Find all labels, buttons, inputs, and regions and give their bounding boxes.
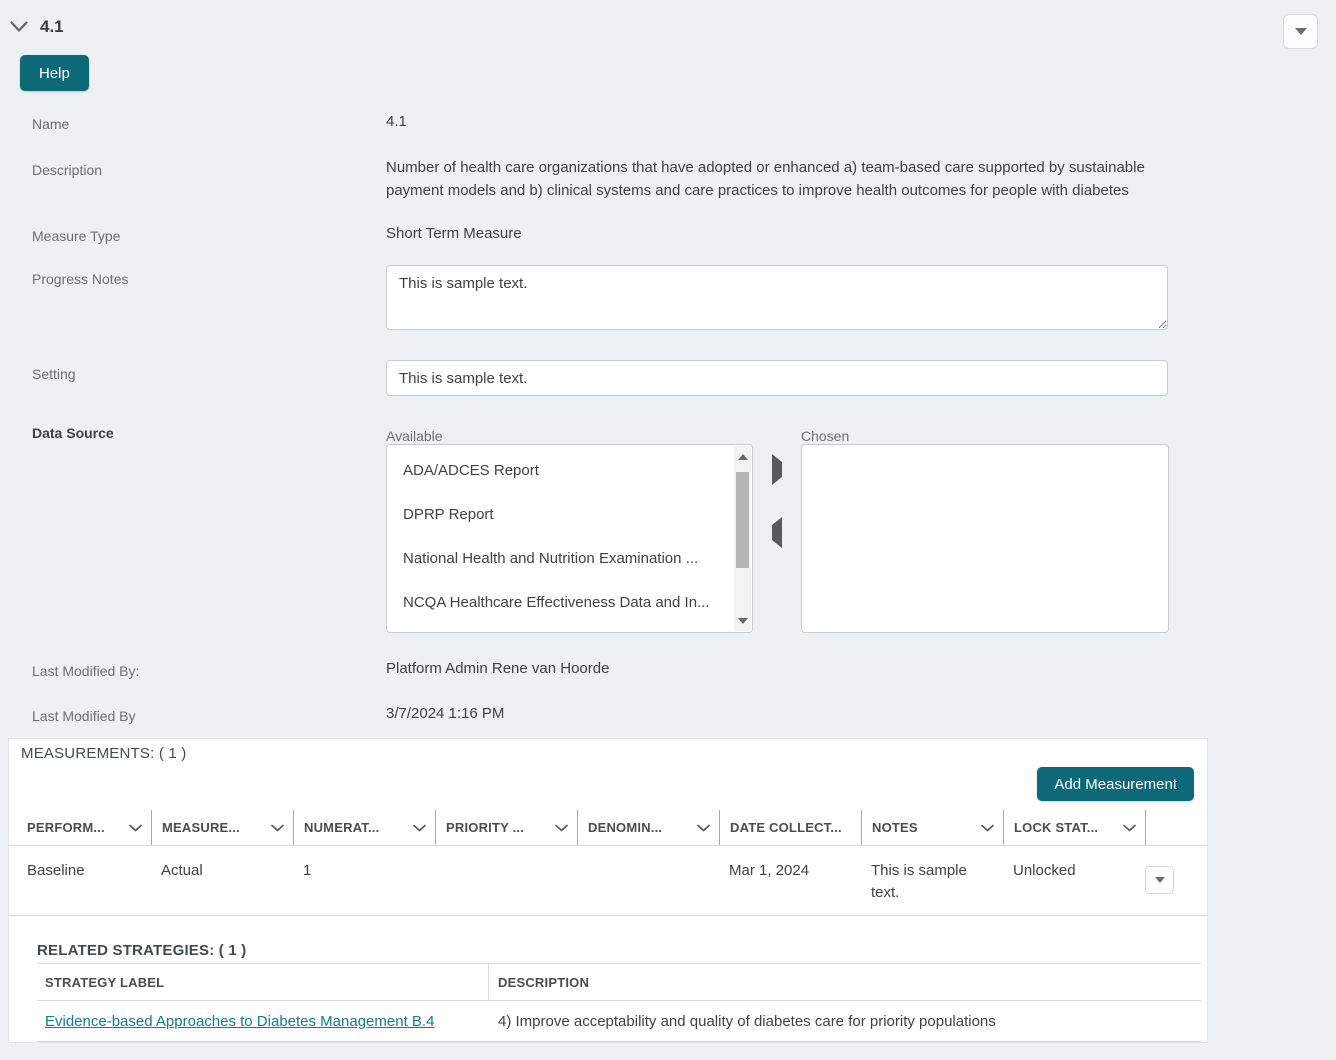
available-caption: Available	[386, 428, 443, 444]
cell-denominator	[577, 860, 719, 904]
col-header-priority[interactable]: PRIORITY ...	[435, 810, 577, 845]
col-header-actions	[1145, 810, 1201, 845]
sort-chevron-icon[interactable]	[413, 824, 426, 832]
related-strategies-header: STRATEGY LABEL DESCRIPTION	[37, 963, 1201, 1001]
available-option[interactable]: DPRP Report	[387, 493, 752, 537]
data-source-label: Data Source	[32, 425, 114, 441]
measurements-table: PERFORM... MEASURE... NUMERAT... PRIORIT…	[9, 810, 1207, 916]
move-to-chosen-button[interactable]	[768, 454, 786, 485]
measurements-heading: MEASUREMENTS: ( 1 )	[21, 745, 187, 762]
scrollbar-down-icon[interactable]	[734, 612, 751, 629]
last-modified-date-label: Last Modified By	[32, 708, 136, 724]
strategy-description: 4) Improve acceptability and quality of …	[498, 1012, 996, 1030]
cell-notes: This is sample text.	[871, 862, 967, 901]
col-header-strategy-label: STRATEGY LABEL	[37, 964, 489, 1000]
cell-numerator: 1	[303, 862, 312, 879]
row-menu-button[interactable]	[1145, 866, 1174, 894]
measurements-panel: MEASUREMENTS: ( 1 ) Add Measurement PERF…	[8, 738, 1208, 1043]
last-modified-by-row: Last Modified By: Platform Admin Rene va…	[0, 657, 1336, 680]
name-label: Name	[32, 116, 70, 132]
last-modified-date-value: 3/7/2024 1:16 PM	[386, 705, 505, 722]
progress-notes-row: Progress Notes This is sample text.	[0, 265, 1336, 337]
strategy-link[interactable]: Evidence-based Approaches to Diabetes Ma…	[45, 1013, 434, 1030]
available-listbox[interactable]: ADA/ADCES Report DPRP Report National He…	[386, 444, 753, 633]
chosen-listbox[interactable]	[801, 444, 1169, 633]
setting-input[interactable]	[386, 360, 1168, 396]
measurements-table-header: PERFORM... MEASURE... NUMERAT... PRIORIT…	[9, 810, 1207, 846]
available-option[interactable]: NCQA Healthcare Effectiveness Data and I…	[387, 581, 752, 625]
col-header-description: DESCRIPTION	[498, 974, 590, 990]
progress-notes-label: Progress Notes	[32, 271, 129, 287]
sort-chevron-icon[interactable]	[555, 824, 568, 832]
cell-date-collected: Mar 1, 2024	[729, 862, 810, 879]
arrow-right-icon	[772, 454, 782, 485]
chosen-caption: Chosen	[801, 428, 850, 444]
available-option[interactable]: ADA/ADCES Report	[387, 449, 752, 493]
help-button[interactable]: Help	[20, 55, 89, 91]
description-row: Description Number of health care organi…	[0, 156, 1336, 202]
col-header-measure[interactable]: MEASURE...	[151, 810, 293, 845]
col-header-date-collected[interactable]: DATE COLLECT...	[719, 810, 861, 845]
section-dropdown-button[interactable]	[1283, 14, 1318, 49]
move-to-available-button[interactable]	[768, 517, 786, 548]
measurement-row: Baseline Actual 1 Mar 1, 2024 This is sa…	[9, 846, 1207, 916]
description-label: Description	[32, 162, 103, 178]
sort-chevron-icon[interactable]	[271, 824, 284, 832]
related-strategies-heading: RELATED STRATEGIES: ( 1 )	[37, 942, 247, 959]
name-value: 4.1	[386, 113, 407, 130]
setting-row: Setting	[0, 360, 1336, 396]
progress-notes-textarea[interactable]: This is sample text.	[386, 265, 1168, 330]
setting-label: Setting	[32, 366, 76, 382]
measure-type-label: Measure Type	[32, 228, 121, 244]
arrow-left-icon	[772, 517, 782, 548]
chevron-down-icon[interactable]	[10, 21, 28, 33]
col-header-notes[interactable]: NOTES	[861, 810, 1003, 845]
page-title: 4.1	[40, 17, 64, 36]
cell-measure: Actual	[161, 862, 203, 879]
col-header-numerator[interactable]: NUMERAT...	[293, 810, 435, 845]
scrollbar-up-icon[interactable]	[734, 448, 751, 465]
cell-lock-status: Unlocked	[1013, 862, 1076, 879]
related-strategy-row: Evidence-based Approaches to Diabetes Ma…	[37, 1001, 1201, 1042]
name-row: Name 4.1	[0, 110, 1336, 133]
cell-priority	[435, 860, 577, 904]
add-measurement-button[interactable]: Add Measurement	[1037, 767, 1194, 801]
section-header: 4.1	[0, 0, 1336, 38]
scrollbar-thumb[interactable]	[736, 472, 749, 568]
sort-chevron-icon[interactable]	[1123, 824, 1136, 832]
sort-chevron-icon[interactable]	[981, 824, 994, 832]
last-modified-by-value: Platform Admin Rene van Hoorde	[386, 660, 610, 677]
sort-chevron-icon[interactable]	[697, 824, 710, 832]
sort-chevron-icon[interactable]	[129, 824, 142, 832]
col-header-denominator[interactable]: DENOMIN...	[577, 810, 719, 845]
last-modified-by-label: Last Modified By:	[32, 663, 140, 679]
measure-type-value: Short Term Measure	[386, 225, 522, 242]
col-header-lock-status[interactable]: LOCK STAT...	[1003, 810, 1145, 845]
listbox-scrollbar[interactable]	[734, 446, 751, 631]
related-strategies-table: STRATEGY LABEL DESCRIPTION Evidence-base…	[37, 963, 1201, 1042]
dropdown-arrow-icon	[1154, 877, 1165, 883]
col-header-performance[interactable]: PERFORM...	[9, 810, 151, 845]
cell-performance: Baseline	[27, 862, 85, 879]
measure-form: Name 4.1 Description Number of health ca…	[0, 110, 1336, 725]
last-modified-date-row: Last Modified By 3/7/2024 1:16 PM	[0, 702, 1336, 725]
available-option[interactable]: National Health and Nutrition Examinatio…	[387, 537, 752, 581]
measure-type-row: Measure Type Short Term Measure	[0, 222, 1336, 245]
data-source-row: Data Source Available ADA/ADCES Report D…	[0, 425, 1336, 633]
description-value: Number of health care organizations that…	[386, 159, 1145, 199]
dropdown-arrow-icon	[1294, 28, 1307, 35]
